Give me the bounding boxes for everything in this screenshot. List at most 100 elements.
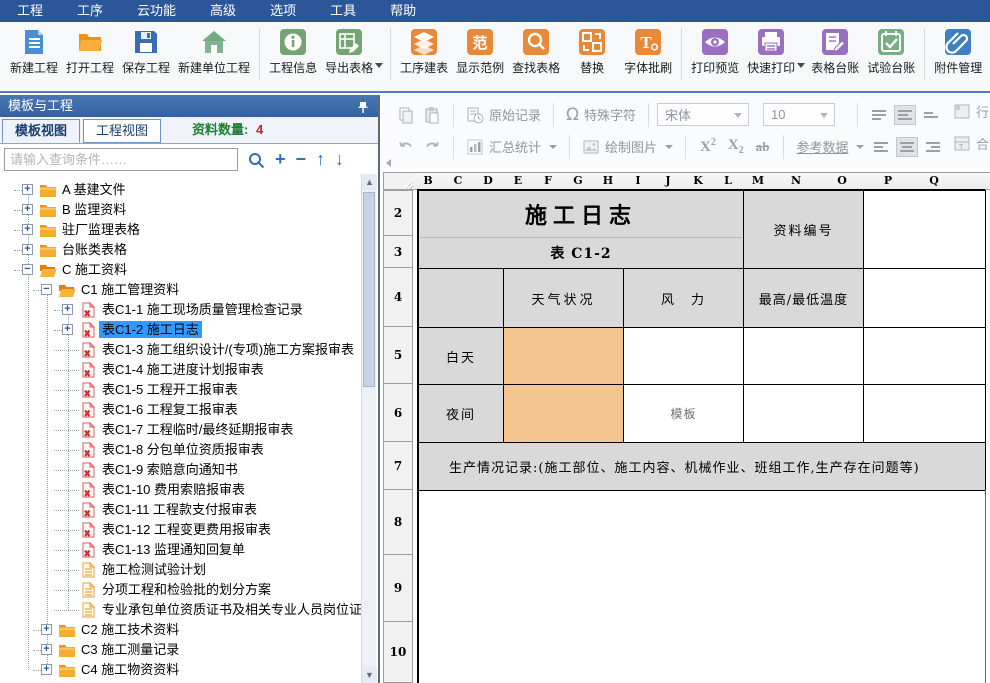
tree-item-19[interactable]: 施工检测试验计划: [0, 560, 362, 580]
new-unit-project-button[interactable]: 新建单位工程: [174, 26, 254, 78]
menu-item-2[interactable]: 云功能: [120, 0, 193, 22]
row-header-8[interactable]: 8: [383, 490, 413, 555]
menu-item-0[interactable]: 工程: [0, 0, 60, 22]
align-right-button[interactable]: [922, 137, 944, 157]
align-center-button[interactable]: [896, 137, 918, 157]
tree-item-label[interactable]: 表C1-13 监理通知回复单: [99, 541, 248, 558]
tree-item-label[interactable]: 表C1-12 工程变更费用报审表: [99, 521, 274, 538]
tree-expand-box[interactable]: +: [41, 624, 52, 635]
cell-night-weather[interactable]: [503, 384, 624, 443]
tree-item-7[interactable]: +表C1-2 施工日志: [0, 320, 362, 340]
tree-item-20[interactable]: 分项工程和检验批的划分方案: [0, 580, 362, 600]
tree-expand-box[interactable]: +: [22, 244, 33, 255]
scroll-thumb[interactable]: [363, 192, 375, 387]
print-preview-button[interactable]: 打印预览: [687, 26, 743, 78]
tree-item-12[interactable]: 表C1-7 工程临时/最终延期报审表: [0, 420, 362, 440]
pin-icon[interactable]: [356, 99, 370, 113]
tree-item-4[interactable]: −C 施工资料: [0, 260, 362, 280]
cell-doc-number-value[interactable]: [863, 190, 986, 269]
align-bottom-button[interactable]: [920, 105, 942, 125]
cell-day-wind[interactable]: [623, 327, 744, 385]
tree-collapse-box[interactable]: −: [22, 264, 33, 275]
menu-item-6[interactable]: 帮助: [373, 0, 433, 22]
redo-button[interactable]: [419, 136, 445, 158]
cell-day-label[interactable]: 白天: [418, 327, 504, 385]
tab-project-view[interactable]: 工程视图: [83, 119, 161, 143]
row-header-9[interactable]: 9: [383, 555, 413, 622]
cell-r4-blank[interactable]: [418, 268, 504, 328]
tree-expand-box[interactable]: +: [62, 324, 73, 335]
column-header-B[interactable]: B: [413, 172, 444, 190]
tree-item-label[interactable]: 表C1-7 工程临时/最终延期报审表: [99, 421, 296, 438]
tree-item-5[interactable]: −C1 施工管理资料: [0, 280, 362, 300]
tree-expand-box[interactable]: +: [22, 184, 33, 195]
tree-item-label[interactable]: 表C1-8 分包单位资质报审表: [99, 441, 267, 458]
column-header-H[interactable]: H: [593, 172, 624, 190]
search-icon[interactable]: [248, 150, 265, 169]
tree-item-label[interactable]: 分项工程和检验批的划分方案: [99, 581, 274, 598]
tree-item-13[interactable]: 表C1-8 分包单位资质报审表: [0, 440, 362, 460]
tree-item-2[interactable]: + 驻厂监理表格: [0, 220, 362, 240]
test-ledger-button[interactable]: 试验台账: [863, 26, 919, 78]
process-build-table-button[interactable]: 工序建表: [396, 26, 452, 78]
clipped-button-row2[interactable]: T 合: [953, 134, 989, 153]
tree-item-24[interactable]: +C4 施工物资资料: [0, 660, 362, 680]
find-table-button[interactable]: 查找表格: [508, 26, 564, 78]
cell-r5-right[interactable]: [863, 327, 986, 385]
sheet-corner-cell[interactable]: [383, 172, 414, 190]
cell-night-wind[interactable]: 模板: [623, 384, 744, 443]
cell-r4-right[interactable]: [863, 268, 986, 328]
search-input[interactable]: [4, 148, 238, 171]
column-header-P[interactable]: P: [865, 172, 912, 190]
original-record-button[interactable]: 原始记录: [462, 103, 545, 126]
reference-data-button[interactable]: 参考数据: [792, 135, 868, 158]
tree-item-3[interactable]: + 台账类表格: [0, 240, 362, 260]
tree-item-label[interactable]: 台账类表格: [59, 241, 130, 258]
save-project-button[interactable]: 保存工程: [118, 26, 174, 78]
column-header-G[interactable]: G: [563, 172, 594, 190]
tree-item-label[interactable]: 表C1-11 工程款支付报审表: [99, 501, 260, 518]
column-header-O[interactable]: O: [819, 172, 866, 190]
scroll-up-arrow[interactable]: ▲: [362, 174, 377, 190]
tree-item-18[interactable]: 表C1-13 监理通知回复单: [0, 540, 362, 560]
align-top-button[interactable]: [868, 105, 890, 125]
tree-item-1[interactable]: +B 监理资料: [0, 200, 362, 220]
tree-collapse-box[interactable]: −: [41, 284, 52, 295]
summary-stats-button[interactable]: 汇总统计: [462, 135, 561, 158]
cell-production-record[interactable]: 生产情况记录:(施工部位、施工内容、机械作业、班组工作,生产存在问题等): [418, 442, 986, 491]
collapse-all-icon[interactable]: −: [296, 148, 307, 171]
row-header-7[interactable]: 7: [383, 442, 413, 490]
undo-button[interactable]: [393, 136, 419, 158]
cell-day-weather[interactable]: [503, 327, 624, 385]
cell-r6-right[interactable]: [863, 384, 986, 443]
row-header-4[interactable]: 4: [383, 268, 413, 327]
tree-item-6[interactable]: +表C1-1 施工现场质量管理检查记录: [0, 300, 362, 320]
replace-button[interactable]: 替换: [564, 26, 620, 78]
column-header-I[interactable]: I: [623, 172, 654, 190]
tree-item-15[interactable]: 表C1-10 费用索赔报审表: [0, 480, 362, 500]
paste-button[interactable]: [419, 104, 445, 126]
menu-item-1[interactable]: 工序: [60, 0, 120, 22]
menu-item-4[interactable]: 选项: [253, 0, 313, 22]
next-result-icon[interactable]: ↓: [335, 148, 344, 171]
row-header-3[interactable]: 3: [383, 236, 413, 268]
column-header-partial[interactable]: [957, 172, 990, 190]
tree-item-14[interactable]: 表C1-9 索赔意向通知书: [0, 460, 362, 480]
tree-item-label[interactable]: 表C1-6 工程复工报审表: [99, 401, 241, 418]
tree-item-label[interactable]: 驻厂监理表格: [59, 221, 143, 238]
expand-all-icon[interactable]: +: [275, 148, 286, 171]
tree-expand-box[interactable]: +: [22, 224, 33, 235]
attachment-manager-button[interactable]: 附件管理: [930, 26, 986, 78]
clipped-button-row1[interactable]: 行: [953, 102, 989, 121]
tree-expand-box[interactable]: +: [22, 204, 33, 215]
column-header-C[interactable]: C: [443, 172, 474, 190]
tree-item-11[interactable]: 表C1-6 工程复工报审表: [0, 400, 362, 420]
show-sample-button[interactable]: 范显示范例: [452, 26, 508, 78]
tree-scrollbar[interactable]: ▲ ▼: [361, 174, 376, 683]
cell-weather-label[interactable]: 天气状况: [503, 268, 624, 328]
prev-result-icon[interactable]: ↑: [316, 148, 325, 171]
column-header-N[interactable]: N: [773, 172, 820, 190]
tree-item-0[interactable]: +A 基建文件: [0, 180, 362, 200]
tree-item-label[interactable]: 表C1-4 施工进度计划报审表: [99, 361, 267, 378]
row-header-2[interactable]: 2: [383, 190, 413, 236]
